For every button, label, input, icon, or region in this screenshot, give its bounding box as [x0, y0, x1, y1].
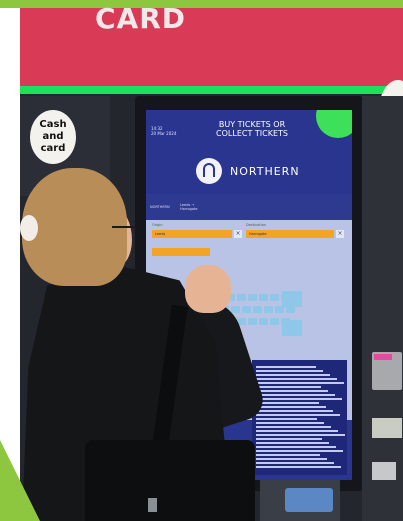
hair-clip: [20, 215, 38, 241]
cash-badge-line: and: [42, 131, 64, 142]
clear-origin-button[interactable]: ×: [234, 230, 242, 238]
person-glasses: [112, 226, 136, 234]
info-line: [256, 390, 328, 392]
machine-right-hardware: [362, 96, 403, 521]
screen-title: BUY TICKETS OR COLLECT TICKETS: [192, 120, 312, 138]
handbag: [85, 440, 255, 521]
info-line: [256, 418, 317, 420]
machine-header-sign: [20, 8, 403, 86]
dispenser-logo-icon: [285, 488, 333, 512]
info-line: [256, 406, 326, 408]
keyboard-key[interactable]: [259, 294, 268, 301]
slide-top-bar: [0, 0, 403, 8]
keyboard-key-wide[interactable]: [282, 320, 302, 336]
destination-input[interactable]: Harrogate: [246, 230, 334, 238]
origin-input[interactable]: Leeds: [152, 230, 232, 238]
info-line: [256, 446, 336, 448]
slide-left-panel: [0, 8, 20, 521]
origin-label: Origin: [152, 223, 163, 227]
screen-journey-chip[interactable]: Leeds → Harrogate: [180, 203, 202, 211]
keyboard-key[interactable]: [270, 294, 279, 301]
cash-badge-line: card: [40, 143, 66, 154]
info-line: [256, 430, 338, 432]
info-line: [256, 450, 343, 452]
card-reader-slot[interactable]: [372, 418, 402, 438]
info-line: [256, 426, 331, 428]
info-line: [256, 374, 330, 376]
cash-badge-line: Cash: [39, 119, 67, 130]
destination-label: Destination: [246, 223, 267, 227]
info-line: [256, 414, 340, 416]
info-line: [256, 370, 323, 372]
keyboard-key[interactable]: [248, 294, 257, 301]
keyboard-key[interactable]: [253, 306, 262, 313]
sign-text: CARD: [95, 2, 187, 35]
screen-green-circle: [316, 110, 352, 138]
screen-date: 20 Mar 2024: [151, 131, 177, 136]
keyboard-key[interactable]: [248, 318, 257, 325]
keyboard-key[interactable]: [242, 306, 251, 313]
screen-time-date: 14:32 20 Mar 2024: [151, 126, 176, 136]
info-line: [256, 462, 334, 464]
info-line: [256, 454, 320, 456]
keyboard-key[interactable]: [259, 318, 268, 325]
info-line: [256, 442, 329, 444]
info-line: [256, 366, 316, 368]
bag-zip: [148, 498, 157, 512]
green-led-strip: [20, 86, 403, 94]
keyboard-key[interactable]: [231, 306, 240, 313]
keyboard-key[interactable]: [275, 306, 284, 313]
person-hand: [185, 265, 231, 313]
northern-arch-icon: [203, 163, 215, 177]
screen-chip[interactable]: NORTHERN: [150, 205, 170, 209]
info-line: [256, 466, 341, 468]
info-line: [256, 398, 342, 400]
clear-destination-button[interactable]: ×: [336, 230, 344, 238]
keyboard-key[interactable]: [286, 306, 295, 313]
pin-pad-indicator: [374, 354, 392, 360]
info-line: [256, 386, 321, 388]
info-line: [256, 394, 335, 396]
keyboard-key[interactable]: [264, 306, 273, 313]
info-line: [256, 438, 322, 440]
info-line: [256, 378, 337, 380]
screen-title-line: BUY TICKETS OR: [218, 120, 286, 129]
northern-brand: NORTHERN: [230, 165, 300, 178]
station-suggestion[interactable]: [152, 248, 210, 256]
keyboard-key[interactable]: [270, 318, 279, 325]
info-line: [256, 410, 333, 412]
info-line: [256, 434, 345, 436]
coin-slot[interactable]: [372, 462, 396, 480]
info-line: [256, 382, 344, 384]
keyboard-key-wide[interactable]: [282, 291, 302, 307]
cash-and-card-badge: Cash and card: [30, 110, 76, 164]
info-line: [256, 422, 324, 424]
info-line: [256, 458, 327, 460]
keyboard-key[interactable]: [237, 294, 246, 301]
screen-title-line: COLLECT TICKETS: [216, 129, 288, 138]
info-line: [256, 402, 319, 404]
